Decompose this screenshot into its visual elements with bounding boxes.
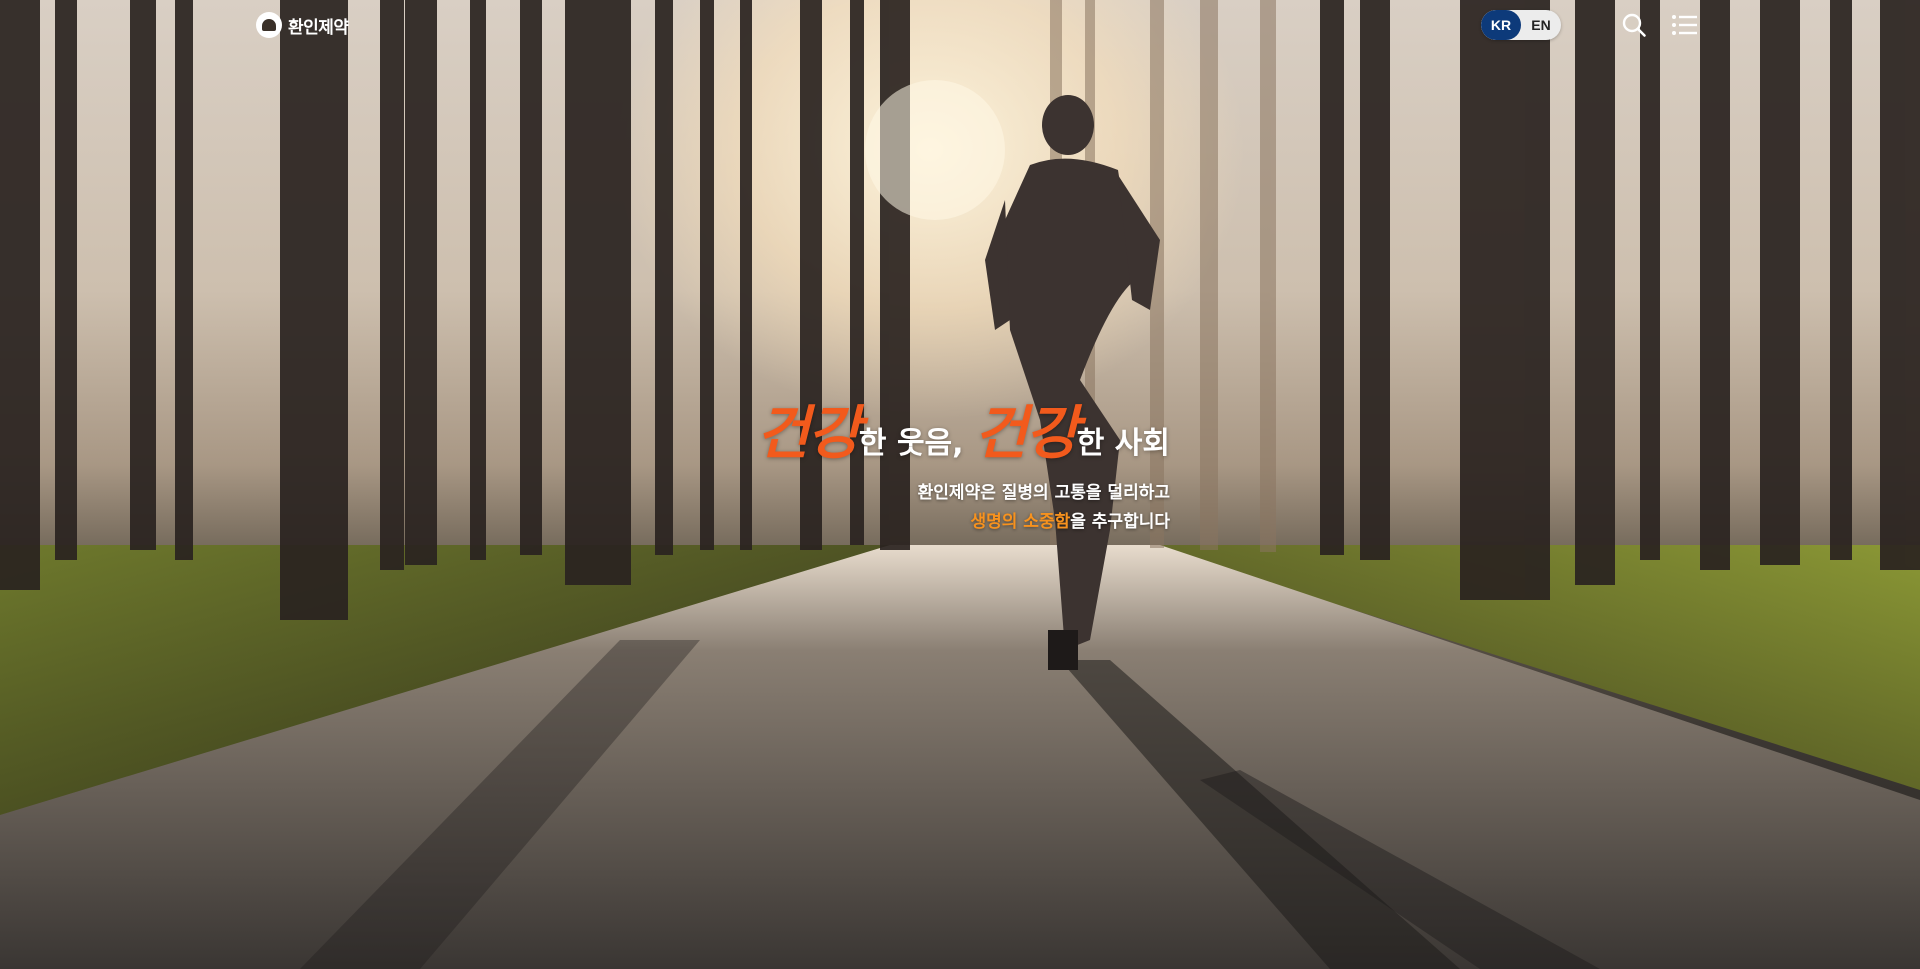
hero-subline-2: 생명의 소중함을 추구합니다: [740, 508, 1170, 537]
hero-headline: 건강한 웃음, 건강한 사회: [740, 398, 1170, 479]
menu-icon: [1672, 15, 1697, 35]
menu-button[interactable]: [1668, 10, 1700, 40]
brand-logo[interactable]: 환인제약: [256, 10, 349, 40]
headline-text-2: 한 사회: [1076, 426, 1170, 461]
headline-accent-2: 건강: [974, 399, 1079, 467]
lang-en-button[interactable]: EN: [1521, 10, 1561, 40]
search-button[interactable]: [1618, 10, 1650, 40]
lang-kr-button[interactable]: KR: [1481, 10, 1521, 40]
headline-text-1: 한 웃음,: [858, 426, 964, 461]
language-toggle[interactable]: KR EN: [1481, 10, 1561, 40]
headline-accent-1: 건강: [756, 399, 861, 467]
subline-highlight: 생명의 소중함: [970, 512, 1071, 532]
search-icon: [1622, 13, 1646, 37]
subline-rest: 을 추구합니다: [1070, 512, 1170, 532]
hero-subline-1: 환인제약은 질병의 고통을 덜리하고: [917, 483, 1170, 503]
logo-text: 환인제약: [288, 17, 349, 38]
hero-copy: 건강한 웃음, 건강한 사회 환인제약은 질병의 고통을 덜리하고 생명의 소중…: [740, 398, 1170, 537]
hwanin-logo-icon: [256, 12, 282, 38]
